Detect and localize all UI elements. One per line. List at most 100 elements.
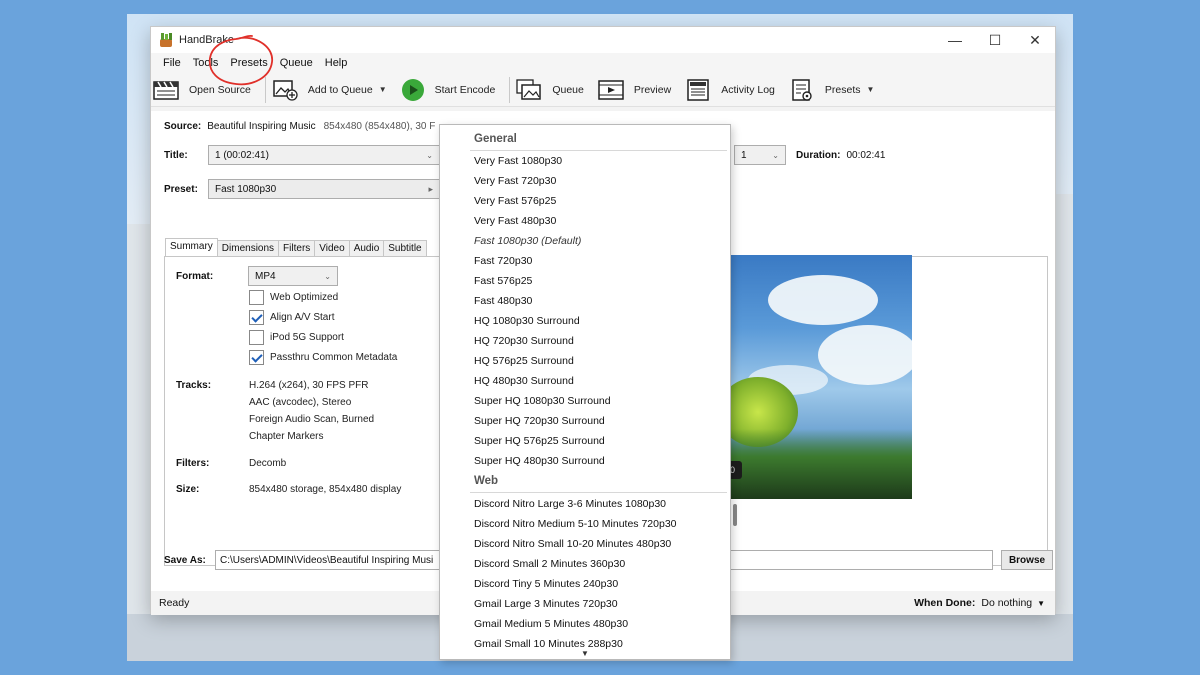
- queue-images-icon: [516, 78, 542, 100]
- maximize-button[interactable]: ☐: [975, 27, 1015, 53]
- preset-item[interactable]: Discord Nitro Small 10-20 Minutes 480p30: [474, 538, 671, 550]
- add-to-queue-label: Add to Queue: [307, 83, 373, 96]
- preset-item[interactable]: HQ 576p25 Surround: [474, 355, 574, 367]
- preset-select[interactable]: Fast 1080p30 ▸: [208, 179, 440, 199]
- preset-item[interactable]: Discord Small 2 Minutes 360p30: [474, 558, 625, 570]
- browse-button[interactable]: Browse: [1001, 550, 1053, 570]
- passthru-metadata-label: Passthru Common Metadata: [270, 352, 398, 363]
- title-select-value: 1 (00:02:41): [215, 149, 269, 161]
- status-text: Ready: [159, 597, 190, 609]
- queue-button[interactable]: Queue: [516, 78, 584, 101]
- scroll-down-arrow-icon[interactable]: ▼: [581, 649, 589, 658]
- preset-select-value: Fast 1080p30: [215, 183, 277, 195]
- presets-button[interactable]: Presets ▼: [789, 78, 875, 101]
- preset-label: Preset:: [164, 183, 198, 195]
- preset-item[interactable]: Fast 576p25: [474, 275, 532, 287]
- tab-dimensions[interactable]: Dimensions: [216, 240, 280, 257]
- when-done-select[interactable]: Do nothing ▼: [981, 597, 1045, 609]
- chevron-down-icon: ⌄: [772, 150, 779, 160]
- duration-row: 1 ⌄ Duration: 00:02:41: [734, 145, 885, 165]
- track-audio: AAC (avcodec), Stereo: [249, 397, 352, 408]
- group-divider: [470, 150, 727, 151]
- web-optimized-checkbox[interactable]: [249, 290, 264, 305]
- track-chapters: Chapter Markers: [249, 431, 324, 442]
- chevron-right-icon: ▸: [428, 183, 433, 194]
- preset-item[interactable]: Super HQ 1080p30 Surround: [474, 395, 611, 407]
- activity-log-button[interactable]: Activity Log: [685, 78, 775, 101]
- source-name: Beautiful Inspiring Music: [207, 121, 316, 132]
- preset-item[interactable]: HQ 1080p30 Surround: [474, 315, 580, 327]
- presets-caret-icon[interactable]: ▼: [867, 85, 875, 94]
- queue-label: Queue: [552, 83, 584, 96]
- add-to-queue-button[interactable]: Add to Queue ▼: [272, 79, 387, 101]
- minimize-button[interactable]: —: [935, 27, 975, 53]
- format-select[interactable]: MP4 ⌄: [248, 266, 338, 286]
- format-select-value: MP4: [255, 270, 276, 282]
- add-to-queue-caret-icon[interactable]: ▼: [379, 85, 387, 94]
- preset-item[interactable]: Discord Nitro Large 3-6 Minutes 1080p30: [474, 498, 666, 510]
- preset-item[interactable]: Super HQ 720p30 Surround: [474, 415, 605, 427]
- preset-item[interactable]: Discord Tiny 5 Minutes 240p30: [474, 578, 618, 590]
- chapter-end-value: 1: [741, 149, 747, 161]
- preset-row: Preset: Fast 1080p30 ▸: [164, 179, 440, 199]
- format-label: Format:: [176, 271, 214, 282]
- toolbar-divider: [509, 76, 511, 103]
- group-divider: [470, 492, 727, 493]
- align-av-start-label: Align A/V Start: [270, 312, 335, 323]
- tab-subtitle[interactable]: Subtitle: [383, 240, 427, 257]
- duration-label: Duration:: [796, 149, 841, 161]
- filters-label: Filters:: [176, 458, 210, 469]
- preset-item[interactable]: Very Fast 480p30: [474, 215, 556, 227]
- align-av-start-checkbox[interactable]: [249, 310, 264, 325]
- tab-summary[interactable]: Summary: [165, 238, 218, 257]
- chapter-end-select[interactable]: 1 ⌄: [734, 145, 786, 165]
- preset-item[interactable]: Super HQ 480p30 Surround: [474, 455, 605, 467]
- preview-button[interactable]: Preview: [598, 79, 671, 101]
- presets-settings-icon: [792, 78, 812, 101]
- start-encode-button[interactable]: Start Encode: [401, 78, 495, 102]
- when-done-label: When Done:: [914, 597, 976, 609]
- ipod-support-checkbox[interactable]: [249, 330, 264, 345]
- preset-item[interactable]: Discord Nitro Medium 5-10 Minutes 720p30: [474, 518, 677, 530]
- passthru-metadata-checkbox[interactable]: [249, 350, 264, 365]
- preset-item[interactable]: Gmail Small 10 Minutes 288p30: [474, 638, 623, 650]
- tab-audio[interactable]: Audio: [348, 240, 385, 257]
- tab-video[interactable]: Video: [314, 240, 350, 257]
- preset-item-default[interactable]: Fast 1080p30 (Default): [474, 235, 581, 247]
- duration-value: 00:02:41: [846, 149, 886, 161]
- chevron-down-icon: ⌄: [324, 271, 331, 281]
- preset-item[interactable]: Fast 720p30: [474, 255, 532, 267]
- film-clapper-icon: [153, 80, 179, 100]
- preset-item[interactable]: Gmail Large 3 Minutes 720p30: [474, 598, 618, 610]
- presets-label: Presets: [824, 83, 861, 96]
- toolbar: Open Source Add to Queue ▼ Start Encode: [151, 73, 1055, 107]
- film-preview-icon: [598, 79, 624, 100]
- close-button[interactable]: ✕: [1015, 27, 1055, 53]
- menu-help[interactable]: Help: [319, 57, 354, 69]
- title-bar[interactable]: HandBrake — ☐ ✕: [151, 27, 1055, 53]
- preset-item[interactable]: Very Fast 1080p30: [474, 155, 562, 167]
- source-row: Source: Beautiful Inspiring Music 854x48…: [164, 121, 435, 132]
- track-subtitle: Foreign Audio Scan, Burned: [249, 414, 375, 425]
- group-header-general: General: [474, 133, 517, 145]
- preview-slider-handle[interactable]: [733, 504, 737, 526]
- title-select[interactable]: 1 (00:02:41) ⌄: [208, 145, 440, 165]
- preview-thumbnail[interactable]: 0: [728, 255, 912, 499]
- activity-log-label: Activity Log: [721, 83, 775, 96]
- save-as-path-value: C:\Users\ADMIN\Videos\Beautiful Inspirin…: [220, 554, 434, 566]
- title-label: Title:: [164, 149, 188, 161]
- menu-file[interactable]: File: [157, 57, 187, 69]
- title-row: Title: 1 (00:02:41) ⌄: [164, 145, 440, 165]
- preset-item[interactable]: Super HQ 576p25 Surround: [474, 435, 605, 447]
- menu-queue[interactable]: Queue: [274, 57, 319, 69]
- preset-item[interactable]: Fast 480p30: [474, 295, 532, 307]
- preset-item[interactable]: HQ 720p30 Surround: [474, 335, 574, 347]
- presets-dropdown-menu: General Very Fast 1080p30 Very Fast 720p…: [439, 124, 731, 660]
- preset-item[interactable]: Very Fast 576p25: [474, 195, 556, 207]
- tab-filters[interactable]: Filters: [278, 240, 316, 257]
- preset-item[interactable]: Gmail Medium 5 Minutes 480p30: [474, 618, 628, 630]
- preset-item[interactable]: HQ 480p30 Surround: [474, 375, 574, 387]
- preset-item[interactable]: Very Fast 720p30: [474, 175, 556, 187]
- when-done-value: Do nothing: [981, 597, 1033, 609]
- play-icon: [401, 78, 424, 101]
